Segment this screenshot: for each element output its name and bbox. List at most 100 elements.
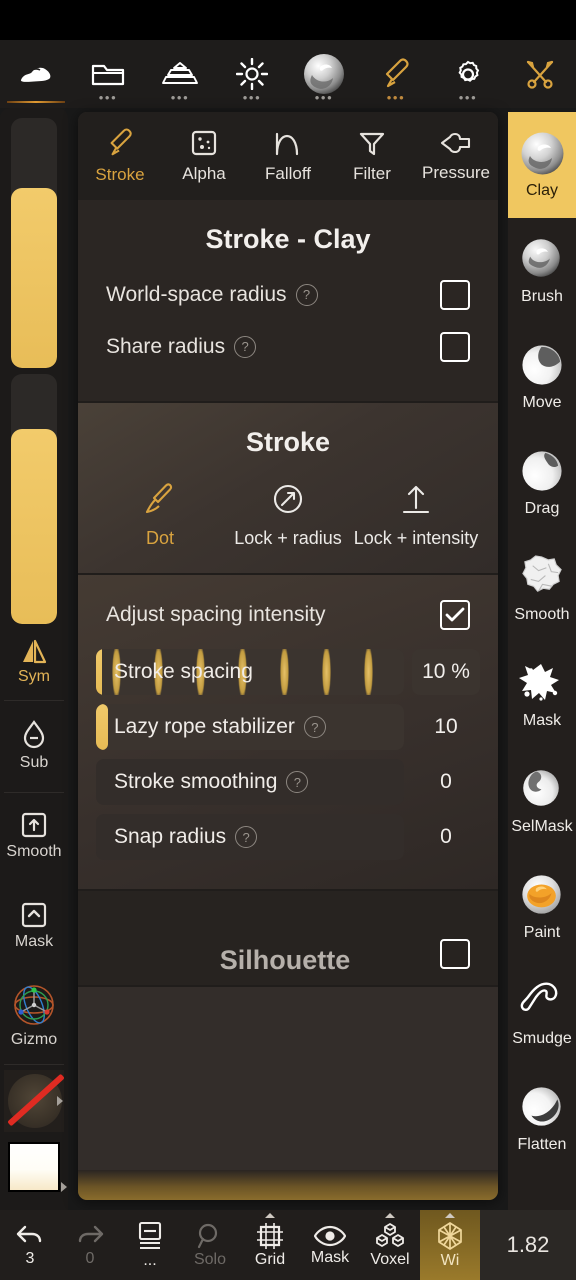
tab-falloff[interactable]: Falloff — [246, 112, 330, 200]
stroke-spacing-track[interactable]: Stroke spacing — [96, 649, 404, 695]
topbar-item-files[interactable]: ••• — [72, 40, 144, 108]
bottom-item-mask[interactable]: Mask — [300, 1210, 360, 1280]
topbar-item-brush[interactable]: ••• — [360, 40, 432, 108]
rail-button-sub[interactable]: Sub — [0, 708, 68, 784]
lock-radius-icon — [271, 482, 305, 516]
topbar-item-lighting[interactable]: ••• — [216, 40, 288, 108]
row-world-space-radius[interactable]: World-space radius ? — [78, 265, 498, 324]
bottom-item-grid[interactable]: Grid — [240, 1210, 300, 1280]
bottom-item-voxel[interactable]: Voxel — [360, 1210, 420, 1280]
rail-button-label: Gizmo — [10, 1031, 58, 1048]
lazy-rope-stabilizer-value[interactable]: 10 — [412, 704, 480, 750]
stroke-spacing-value[interactable]: 10 % — [412, 649, 480, 695]
brush-item-brush[interactable]: Brush — [508, 218, 576, 324]
tab-pressure[interactable]: Pressure — [414, 112, 498, 200]
brush-item-smudge[interactable]: Smudge — [508, 960, 576, 1066]
topbar-item-material[interactable]: ••• — [288, 40, 360, 108]
stroke-smoothing-value[interactable]: 0 — [412, 759, 480, 805]
brush-rail: Clay Brush Move Drag Smooth Mask SelMask… — [508, 112, 576, 1210]
slider-row-stroke-smoothing[interactable]: Stroke smoothing ? 0 — [96, 758, 480, 806]
topbar-item-tools[interactable] — [504, 40, 576, 108]
slider-row-stroke-spacing[interactable]: Stroke spacing 10 % — [96, 648, 480, 696]
eye-icon — [314, 1224, 346, 1248]
stroke-mode-lock-radius[interactable]: Lock + radius — [224, 482, 352, 549]
brush-item-clay[interactable]: Clay — [508, 112, 576, 218]
help-icon[interactable]: ? — [235, 826, 258, 848]
solo-label: Solo — [193, 1250, 227, 1268]
row-label: Share radius ? — [106, 335, 257, 359]
left-rail: Sym Sub Smooth Mask Gizmo — [0, 108, 68, 1210]
color-swatch[interactable] — [8, 1142, 60, 1192]
chevron-up-icon[interactable] — [265, 1213, 275, 1218]
share-radius-checkbox[interactable] — [440, 331, 470, 362]
help-icon[interactable]: ? — [295, 283, 318, 306]
brush-label: Clay — [525, 182, 558, 199]
brush-item-drag[interactable]: Drag — [508, 430, 576, 536]
intensity-slider[interactable] — [11, 374, 57, 624]
tab-alpha[interactable]: Alpha — [162, 112, 246, 200]
topbar-item-sculpt[interactable] — [0, 40, 72, 108]
rail-divider — [4, 1064, 64, 1065]
stroke-smoothing-track[interactable]: Stroke smoothing ? — [96, 759, 404, 805]
rail-button-sym[interactable]: Sym — [0, 630, 68, 694]
help-icon[interactable]: ? — [303, 716, 326, 738]
material-sphere-icon — [301, 54, 347, 94]
mask-label: Mask — [310, 1248, 350, 1266]
rail-button-smooth[interactable]: Smooth — [0, 798, 68, 874]
brush-item-mask[interactable]: Mask — [508, 642, 576, 748]
clay-blob-icon — [18, 56, 54, 92]
tab-stroke[interactable]: Stroke — [78, 112, 162, 200]
section-stroke-clay: Stroke - Clay World-space radius ? Share… — [78, 200, 498, 401]
bottom-item-solo[interactable]: Solo — [180, 1210, 240, 1280]
help-icon[interactable]: ? — [234, 335, 257, 358]
slider-label: Stroke smoothing ? — [96, 770, 309, 794]
mask-box-icon — [20, 901, 48, 929]
layers-label: ... — [143, 1251, 157, 1269]
alpha-swatch[interactable] — [4, 1070, 64, 1132]
tab-label: Stroke — [95, 164, 145, 184]
tab-label: Falloff — [265, 163, 311, 183]
section-spacing: Adjust spacing intensity Stroke spacing … — [78, 575, 498, 889]
adjust-spacing-intensity-checkbox[interactable] — [440, 599, 470, 630]
topbar-item-settings[interactable]: ••• — [432, 40, 504, 108]
bottom-item-undo[interactable]: 3 — [0, 1210, 60, 1280]
stroke-mode-dot[interactable]: Dot — [96, 482, 224, 549]
row-adjust-spacing-intensity[interactable]: Adjust spacing intensity — [78, 585, 498, 644]
topbar-item-layers[interactable]: ••• — [144, 40, 216, 108]
slider-group: Stroke spacing 10 % Lazy rope stabilizer… — [78, 644, 498, 879]
chevron-up-icon[interactable] — [445, 1213, 455, 1218]
brush-item-move[interactable]: Move — [508, 324, 576, 430]
brush-label: Paint — [523, 924, 561, 941]
row-share-radius[interactable]: Share radius ? — [78, 324, 498, 383]
slider-label-text: Lazy rope stabilizer — [114, 715, 295, 738]
rail-divider — [4, 792, 64, 793]
brush-item-smooth[interactable]: Smooth — [508, 536, 576, 642]
brush-item-selmask[interactable]: SelMask — [508, 748, 576, 854]
slider-label-text: Stroke spacing — [114, 660, 253, 683]
chevron-up-icon[interactable] — [385, 1213, 395, 1218]
filter-funnel-icon — [358, 129, 386, 157]
snap-radius-track[interactable]: Snap radius ? — [96, 814, 404, 860]
brush-item-flatten[interactable]: Flatten — [508, 1066, 576, 1172]
flatten-sphere-icon — [519, 1084, 566, 1131]
stroke-mode-lock-intensity[interactable]: Lock + intensity — [352, 482, 480, 549]
slider-row-lazy-rope-stabilizer[interactable]: Lazy rope stabilizer ? 10 — [96, 703, 480, 751]
bottom-item-wireframe[interactable]: Wi — [420, 1210, 480, 1280]
brush-label: Smooth — [514, 606, 570, 623]
tab-filter[interactable]: Filter — [330, 112, 414, 200]
lazy-rope-stabilizer-track[interactable]: Lazy rope stabilizer ? — [96, 704, 404, 750]
rail-button-mask[interactable]: Mask — [0, 888, 68, 964]
bottom-item-redo[interactable]: 0 — [60, 1210, 120, 1280]
help-icon[interactable]: ? — [286, 771, 309, 793]
bottom-item-layers[interactable]: ... — [120, 1210, 180, 1280]
snap-radius-value[interactable]: 0 — [412, 814, 480, 860]
topbar-dots: ••• — [458, 90, 478, 105]
panel-scroll-area[interactable]: Stroke - Clay World-space radius ? Share… — [78, 200, 498, 1200]
rail-button-gizmo[interactable]: Gizmo — [0, 978, 68, 1054]
world-space-radius-checkbox[interactable] — [440, 279, 470, 310]
topbar-dots: ••• — [386, 90, 406, 105]
radius-slider[interactable] — [11, 118, 57, 368]
silhouette-checkbox[interactable] — [440, 938, 470, 969]
slider-row-snap-radius[interactable]: Snap radius ? 0 — [96, 813, 480, 861]
brush-item-paint[interactable]: Paint — [508, 854, 576, 960]
